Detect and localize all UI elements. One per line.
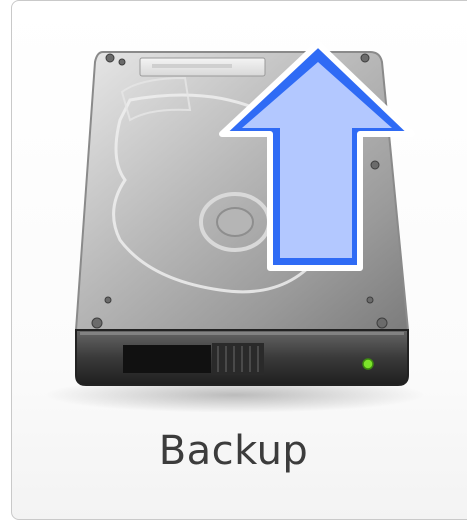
hard-drive-backup-icon	[45, 41, 425, 413]
tile-label: Backup	[158, 428, 309, 474]
backup-icon-wrap	[0, 0, 467, 420]
activity-led	[362, 358, 374, 370]
